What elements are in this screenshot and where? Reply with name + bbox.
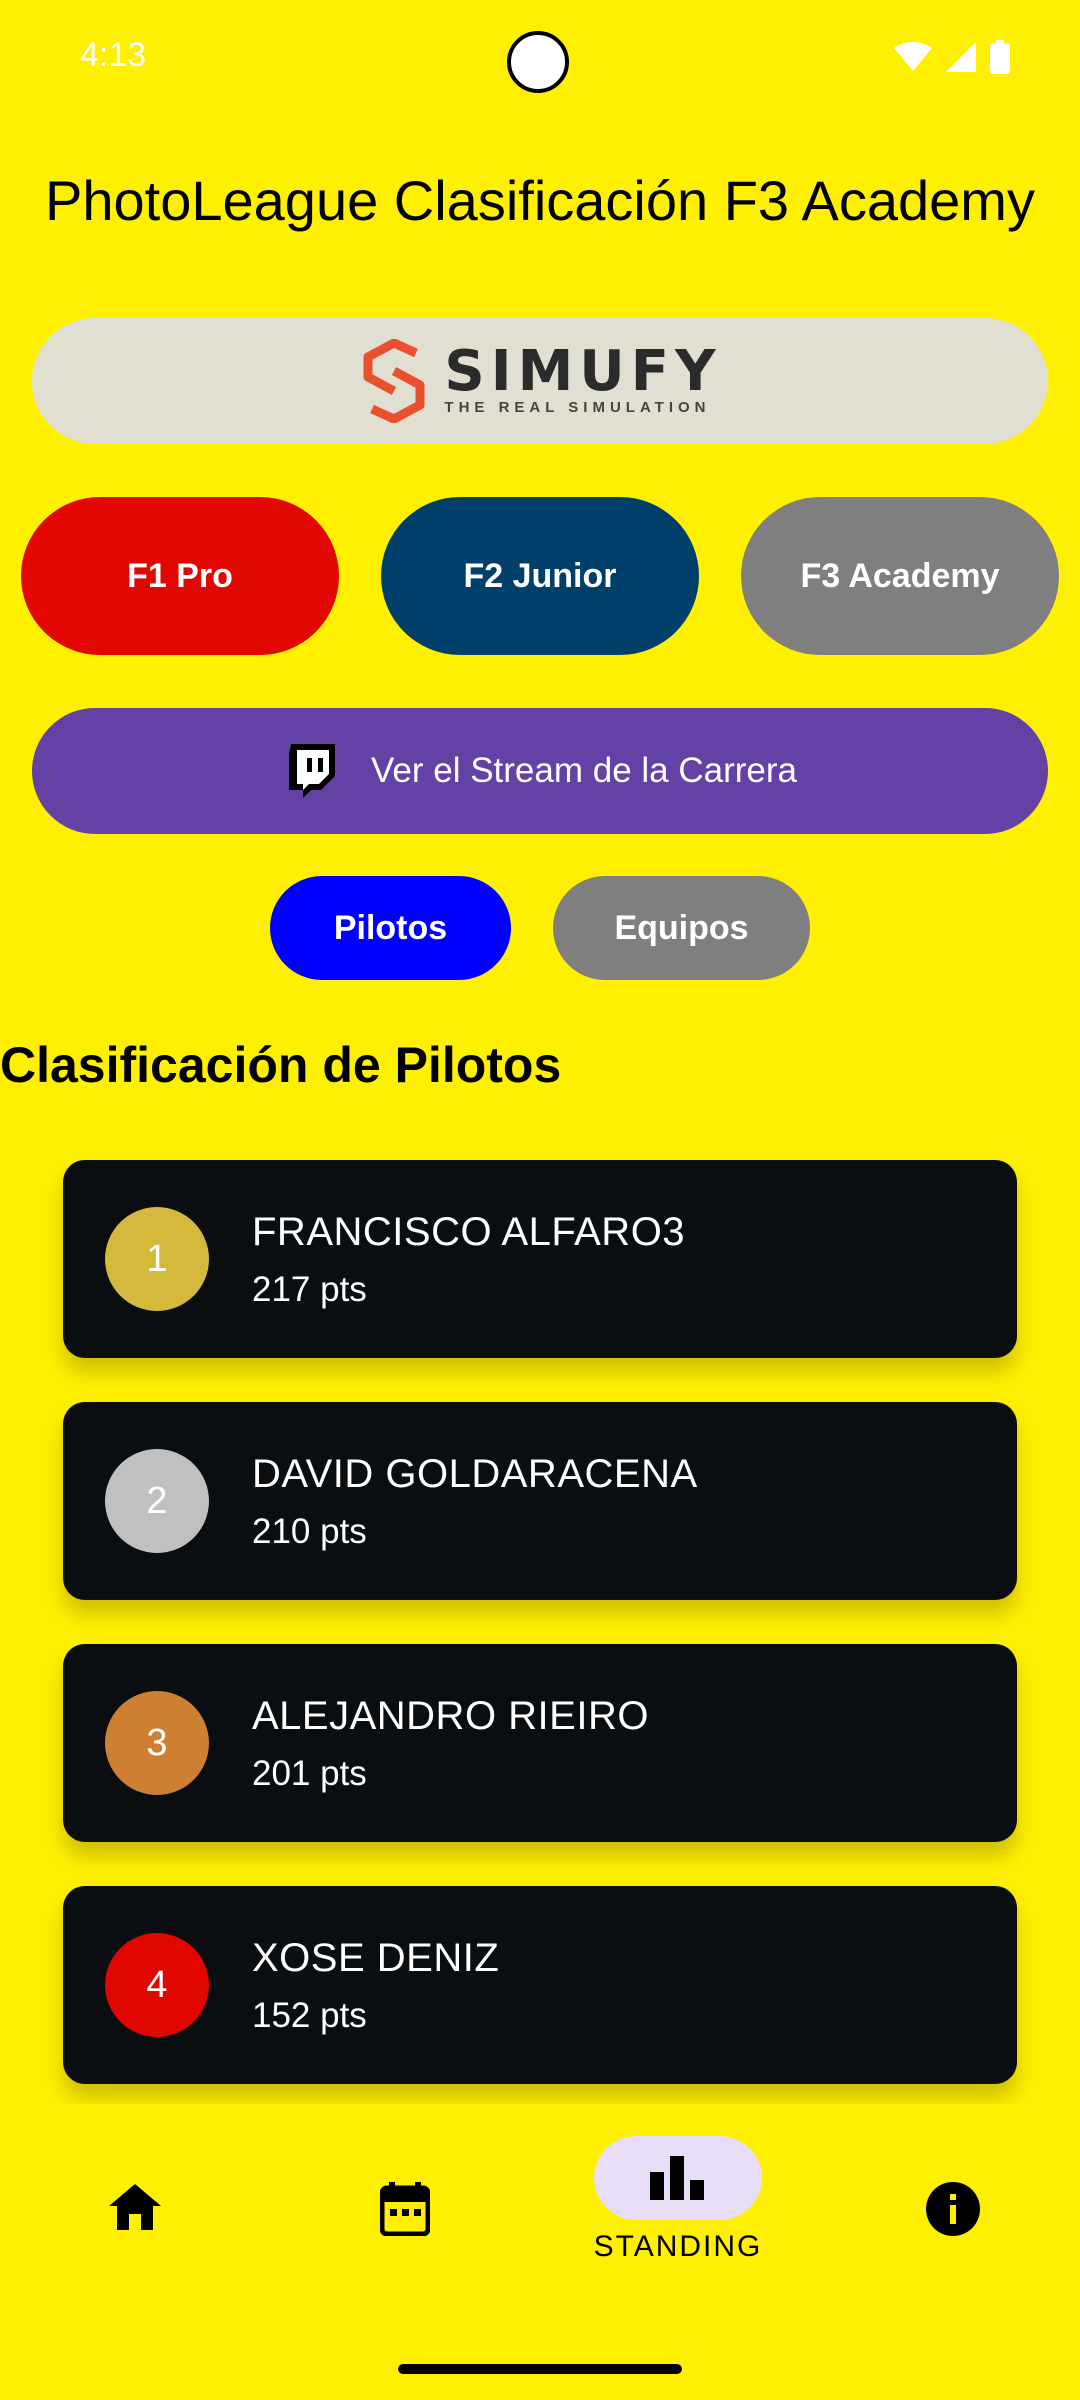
nav-home[interactable] [0, 2104, 270, 2304]
pilots-tab[interactable]: Pilotos [270, 876, 511, 980]
nav-standing-label: STANDING [593, 2230, 763, 2263]
driver-name: XOSE DENIZ [252, 1936, 500, 1980]
driver-name: DAVID GOLDARACENA [252, 1452, 698, 1496]
f1-pro-button[interactable]: F1 Pro [21, 497, 339, 655]
battery-icon [990, 40, 1010, 74]
sponsor-logo: SIMUFY THE REAL SIMULATION [358, 339, 721, 423]
position-badge: 3 [105, 1691, 209, 1795]
stream-button-label: Ver el Stream de la Carrera [370, 751, 797, 790]
status-icons [894, 40, 1010, 74]
position-badge: 4 [105, 1933, 209, 2037]
sponsor-tagline: THE REAL SIMULATION [444, 398, 711, 416]
signal-icon [946, 42, 976, 72]
driver-name: ALEJANDRO RIEIRO [252, 1694, 649, 1738]
driver-card[interactable]: 3 ALEJANDRO RIEIRO 201 pts [63, 1644, 1017, 1842]
position-badge: 2 [105, 1449, 209, 1553]
f2-junior-button[interactable]: F2 Junior [381, 497, 699, 655]
section-heading: Clasificación de Pilotos [0, 1037, 562, 1093]
bar-chart-icon [650, 2156, 704, 2200]
nav-info[interactable] [818, 2104, 1080, 2304]
sponsor-banner[interactable]: SIMUFY THE REAL SIMULATION [32, 318, 1048, 444]
info-icon [926, 2182, 980, 2236]
wifi-icon [894, 42, 932, 71]
page-title: PhotoLeague Clasificación F3 Academy [45, 169, 1035, 232]
home-icon [109, 2184, 161, 2230]
stream-button[interactable]: Ver el Stream de la Carrera [32, 708, 1048, 834]
driver-points: 201 pts [252, 1754, 367, 1793]
sponsor-name: SIMUFY [444, 338, 722, 404]
status-time: 4:13 [80, 36, 147, 74]
f3-academy-button[interactable]: F3 Academy [741, 497, 1059, 655]
driver-points: 210 pts [252, 1512, 367, 1551]
nav-standing[interactable]: STANDING [543, 2104, 813, 2304]
driver-card[interactable]: 2 DAVID GOLDARACENA 210 pts [63, 1402, 1017, 1600]
driver-points: 152 pts [252, 1996, 367, 2035]
driver-card[interactable]: 1 FRANCISCO ALFARO3 217 pts [63, 1160, 1017, 1358]
simufy-logo-icon [363, 339, 425, 423]
driver-points: 217 pts [252, 1270, 367, 1309]
driver-name: FRANCISCO ALFARO3 [252, 1210, 686, 1254]
twitch-icon [288, 744, 335, 798]
home-indicator [398, 2364, 682, 2374]
bottom-nav: STANDING [0, 2104, 1080, 2400]
teams-tab[interactable]: Equipos [553, 876, 810, 980]
nav-calendar[interactable] [270, 2104, 540, 2304]
calendar-icon [380, 2182, 430, 2236]
camera-cutout [507, 31, 569, 93]
position-badge: 1 [105, 1207, 209, 1311]
driver-card[interactable]: 4 XOSE DENIZ 152 pts [63, 1886, 1017, 2084]
nav-active-indicator [594, 2136, 762, 2220]
